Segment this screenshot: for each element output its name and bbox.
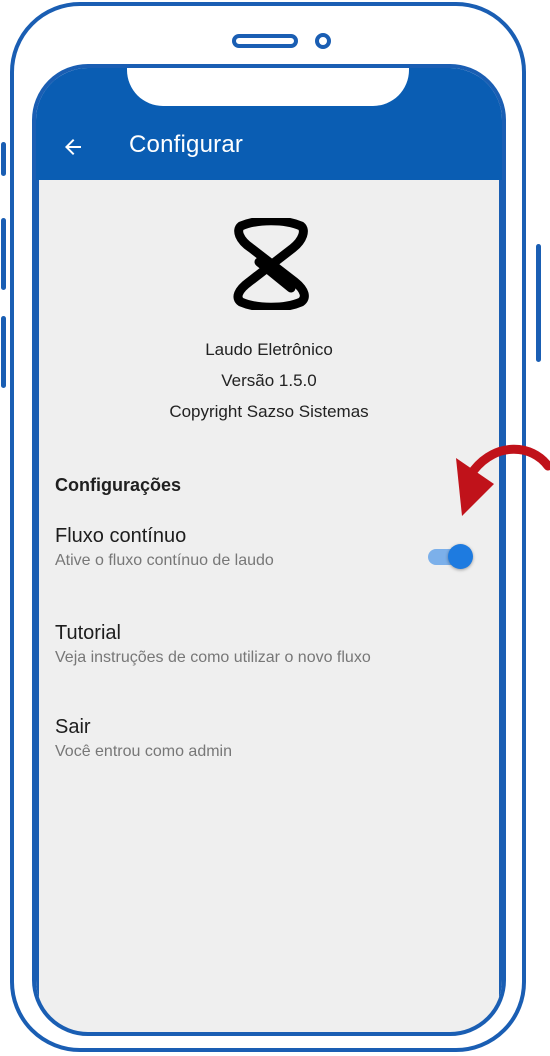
sazso-logo (233, 218, 309, 310)
screen-notch (127, 68, 409, 106)
app-name: Laudo Eletrônico (205, 340, 333, 359)
arrow-left-icon (65, 139, 81, 155)
continuous-flow-toggle[interactable] (426, 542, 474, 570)
setting-logout[interactable]: Sair Você entrou como admin (55, 716, 485, 761)
phone-mockup: Configurar Laudo Eletrônico Versão 1.5.0… (0, 0, 550, 1056)
toggle-thumb (448, 544, 473, 569)
setting-title: Fluxo contínuo (55, 525, 187, 547)
speaker-grille (232, 34, 298, 48)
app-screen: Configurar Laudo Eletrônico Versão 1.5.0… (32, 64, 506, 1036)
app-bar: Configurar (36, 68, 502, 180)
setting-title: Tutorial (55, 622, 121, 644)
curved-arrow-icon (456, 444, 550, 516)
side-button-right (536, 244, 541, 362)
side-button-left-3 (1, 316, 6, 388)
setting-subtitle: Ative o fluxo contínuo de laudo (55, 552, 274, 569)
setting-title: Sair (55, 716, 91, 738)
front-camera (315, 33, 331, 49)
back-button[interactable] (58, 132, 88, 162)
setting-continuous-flow[interactable]: Fluxo contínuo Ative o fluxo contínuo de… (55, 525, 485, 570)
settings-section-title: Configurações (55, 475, 182, 495)
setting-subtitle: Veja instruções de como utilizar o novo … (55, 649, 371, 666)
app-copyright: Copyright Sazso Sistemas (169, 402, 369, 421)
side-button-left-1 (1, 142, 6, 176)
app-version: Versão 1.5.0 (221, 371, 317, 390)
setting-subtitle: Você entrou como admin (55, 743, 232, 760)
setting-tutorial[interactable]: Tutorial Veja instruções de como utiliza… (55, 622, 485, 667)
side-button-left-2 (1, 218, 6, 290)
page-title: Configurar (129, 131, 244, 158)
